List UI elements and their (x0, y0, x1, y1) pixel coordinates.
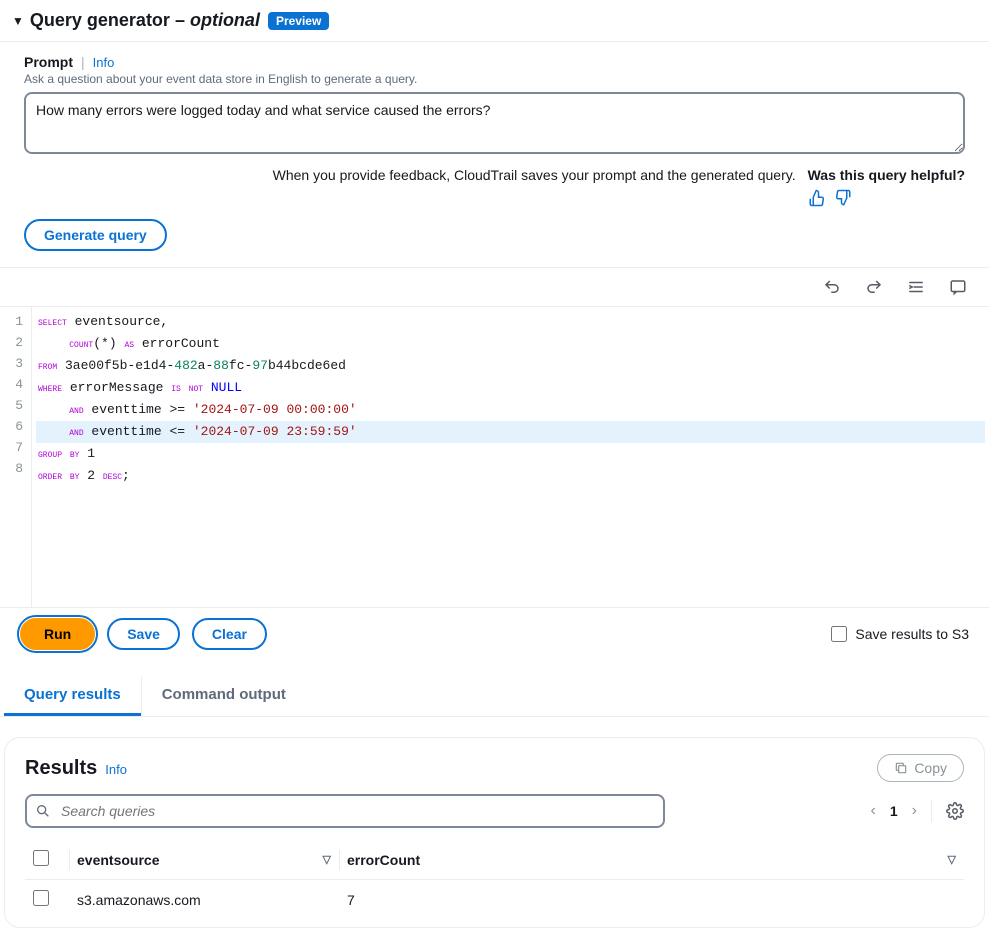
search-icon (35, 803, 51, 819)
prompt-input[interactable] (24, 92, 965, 154)
search-input[interactable] (25, 794, 665, 828)
code-line[interactable]: count(*) as errorCount (36, 333, 985, 355)
query-generator-header[interactable]: ▼ Query generator – optional Preview (0, 0, 989, 42)
copy-button[interactable]: Copy (877, 754, 964, 782)
prev-page-icon[interactable]: ‹ (871, 802, 876, 820)
code-line[interactable]: AND eventtime >= '2024-07-09 00:00:00' (36, 399, 985, 421)
clear-button[interactable]: Clear (192, 618, 267, 650)
undo-icon[interactable] (823, 278, 841, 296)
feedback-question: Was this query helpful? (808, 167, 965, 183)
results-panel: Results Info Copy ‹ 1 › (4, 737, 985, 928)
feedback-note: When you provide feedback, CloudTrail sa… (273, 167, 796, 183)
comment-icon[interactable] (949, 278, 967, 296)
gear-icon[interactable] (946, 802, 964, 820)
cell-errorcount: 7 (339, 880, 964, 920)
prompt-info-link[interactable]: Info (93, 55, 115, 70)
divider: | (81, 54, 85, 70)
editor-toolbar (0, 268, 989, 307)
section-title: Query generator – optional (30, 10, 260, 31)
results-table: eventsource ▽ errorCount ▽ s3.amazonaws.… (25, 840, 964, 919)
thumbs-down-icon[interactable] (834, 189, 852, 207)
format-icon[interactable] (907, 278, 925, 296)
line-gutter: 12345678 (0, 307, 32, 607)
code-line[interactable]: ORDER BY 2 DESC; (36, 465, 985, 487)
page-number: 1 (890, 803, 898, 819)
generate-query-button[interactable]: Generate query (24, 219, 167, 251)
table-row[interactable]: s3.amazonaws.com 7 (25, 880, 964, 920)
redo-icon[interactable] (865, 278, 883, 296)
code-line[interactable]: FROM 3ae00f5b-e1d4-482a-88fc-97b44bcde6e… (36, 355, 985, 377)
select-all-checkbox[interactable] (33, 850, 49, 866)
caret-down-icon: ▼ (12, 14, 24, 28)
results-tabs: Query results Command output (0, 676, 989, 717)
code-line[interactable]: GROUP BY 1 (36, 443, 985, 465)
prompt-section: Prompt | Info Ask a question about your … (0, 42, 989, 268)
save-results-checkbox[interactable] (831, 626, 847, 642)
preview-badge: Preview (268, 12, 329, 30)
editor-footer: Run Save Clear Save results to S3 (0, 607, 989, 660)
sql-editor[interactable]: 12345678 SELECT eventsource, count(*) as… (0, 307, 989, 607)
code-line[interactable]: AND eventtime <= '2024-07-09 23:59:59' (36, 421, 985, 443)
results-info-link[interactable]: Info (105, 762, 127, 777)
run-button[interactable]: Run (20, 618, 95, 650)
pagination: ‹ 1 › (871, 800, 964, 822)
prompt-help-text: Ask a question about your event data sto… (24, 72, 965, 86)
divider (931, 800, 932, 822)
save-button[interactable]: Save (107, 618, 180, 650)
column-menu-icon[interactable]: ▽ (323, 853, 331, 866)
save-results-checkbox-label[interactable]: Save results to S3 (831, 626, 969, 642)
next-page-icon[interactable]: › (912, 802, 917, 820)
results-title: Results (25, 757, 97, 780)
code-line[interactable]: WHERE errorMessage IS NOT NULL (36, 377, 985, 399)
prompt-label: Prompt (24, 54, 73, 70)
code-line[interactable]: SELECT eventsource, (36, 311, 985, 333)
thumbs-up-icon[interactable] (808, 189, 826, 207)
tab-query-results[interactable]: Query results (4, 676, 141, 716)
column-menu-icon[interactable]: ▽ (948, 853, 956, 866)
tab-command-output[interactable]: Command output (141, 676, 306, 716)
row-checkbox[interactable] (33, 890, 49, 906)
code-body[interactable]: SELECT eventsource, count(*) as errorCou… (32, 307, 989, 607)
cell-eventsource: s3.amazonaws.com (69, 880, 339, 920)
copy-icon (894, 761, 908, 775)
